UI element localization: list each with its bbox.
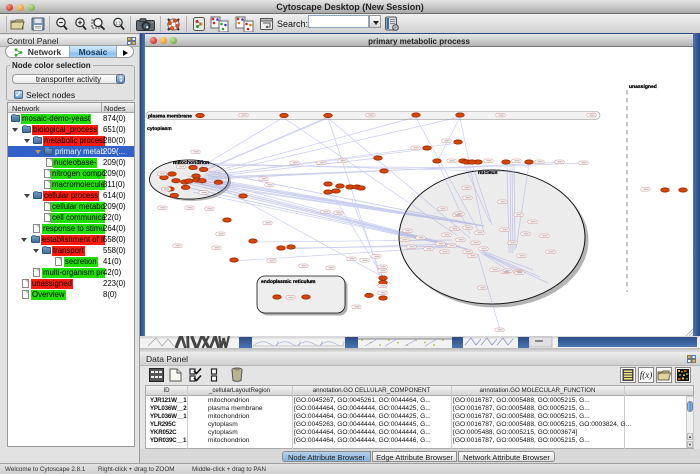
svg-text:mitochondrion: mitochondrion <box>173 160 209 166</box>
svg-text:cytoplasm: cytoplasm <box>147 126 172 132</box>
svg-text:nucleus: nucleus <box>478 170 498 176</box>
svg-text:1:1: 1:1 <box>115 20 122 25</box>
svg-text:unassigned: unassigned <box>629 84 657 90</box>
svg-text:plasma membrane: plasma membrane <box>148 114 192 120</box>
svg-text:f(x): f(x) <box>640 370 653 380</box>
svg-text:endoplasmic reticulum: endoplasmic reticulum <box>261 279 316 285</box>
